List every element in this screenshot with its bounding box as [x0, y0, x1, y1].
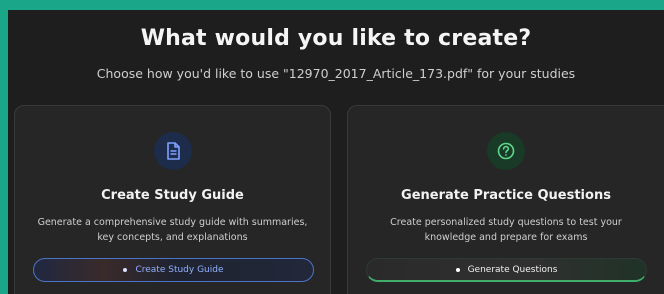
practice-questions-title: Generate Practice Questions [401, 188, 611, 203]
practice-questions-card[interactable]: Generate Practice Questions Create perso… [347, 105, 664, 294]
create-options-panel: What would you like to create? Choose ho… [8, 10, 664, 294]
generate-questions-button-label: Generate Questions [467, 264, 558, 275]
create-study-guide-button-label: Create Study Guide [135, 265, 224, 275]
generate-questions-button[interactable]: Generate Questions [366, 258, 647, 282]
create-study-guide-button[interactable]: Create Study Guide [33, 258, 314, 282]
study-guide-description: Generate a comprehensive study guide wit… [37, 217, 308, 243]
question-circle-icon [497, 142, 515, 160]
bullet-icon [455, 267, 460, 272]
page-title: What would you like to create? [140, 26, 532, 51]
bullet-icon [123, 268, 128, 272]
document-icon [166, 142, 180, 160]
study-guide-card[interactable]: Create Study Guide Generate a comprehens… [14, 105, 331, 294]
study-guide-icon-badge [153, 132, 192, 170]
practice-questions-description: Create personalized study questions to t… [390, 217, 622, 243]
practice-questions-icon-badge [487, 132, 525, 170]
study-guide-title: Create Study Guide [101, 188, 244, 203]
page-subtitle: Choose how you'd like to use "12970_2017… [96, 66, 576, 81]
